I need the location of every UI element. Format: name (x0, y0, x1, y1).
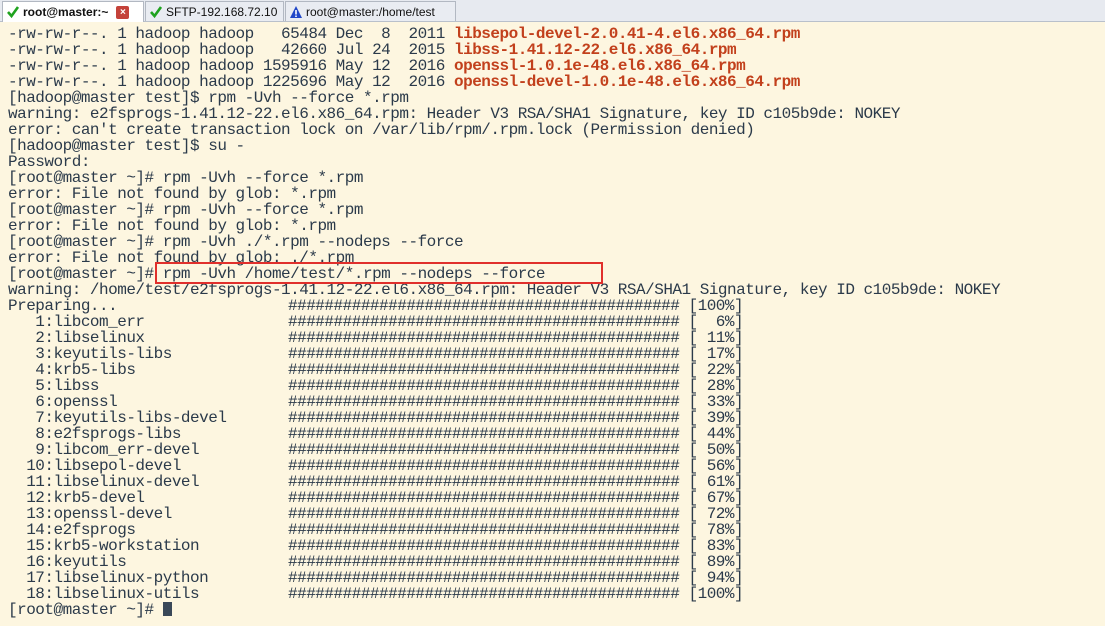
tab-root-master-test[interactable]: root@master:/home/test (285, 1, 456, 21)
progress-line: 9:libcom_err-devel ######################… (8, 442, 1105, 458)
output-line: [root@master ~]# rpm -Uvh --force *.rpm (8, 169, 363, 187)
progress-bar: ########################################… (288, 585, 680, 603)
package-label: 2:libselinux (8, 329, 145, 347)
output-line: error: File not found by glob: *.rpm (8, 217, 336, 235)
listing-line: -rw-rw-r--. 1 hadoop hadoop 42660 Jul 24… (8, 41, 737, 59)
progress-line: 2:libselinux ############################… (8, 330, 1105, 346)
progress-percent: [100%] (688, 585, 744, 603)
progress-line: 6:openssl ###############################… (8, 394, 1105, 410)
output-line: Password: (8, 153, 90, 171)
progress-line: 18:libselinux-utils #####################… (8, 586, 1105, 602)
progress-line: 1:libcom_err ############################… (8, 314, 1105, 330)
package-label: 11:libselinux-devel (8, 473, 200, 491)
package-label: 13:openssl-devel (8, 505, 172, 523)
tab-label: root@master:/home/test (306, 4, 435, 19)
text-cursor (162, 602, 172, 616)
progress-line: 4:krb5-libs #############################… (8, 362, 1105, 378)
warning-triangle-icon (290, 5, 302, 18)
package-label: 15:krb5-workstation (8, 537, 200, 555)
package-label: 4:krb5-libs (8, 361, 136, 379)
tab-root-master-home[interactable]: root@master:~ × (2, 1, 144, 22)
progress-line: 3:keyutils-libs #########################… (8, 346, 1105, 362)
tab-sftp[interactable]: SFTP-192.168.72.10 (145, 1, 284, 21)
rpm-filename: openssl-devel-1.0.1e-48.el6.x86_64.rpm (453, 73, 800, 91)
tab-label: root@master:~ (23, 5, 109, 19)
highlight-box (155, 262, 603, 284)
package-label: 12:krb5-devel (8, 489, 145, 507)
listing-line: -rw-rw-r--. 1 hadoop hadoop 1595916 May … (8, 57, 746, 75)
progress-list: Preparing... ############################… (8, 298, 1105, 602)
package-label: 18:libselinux-utils (8, 585, 200, 603)
output-line: warning: /home/test/e2fsprogs-1.41.12-22… (8, 281, 1001, 299)
output-line: [root@master ~]# rpm -Uvh --force *.rpm (8, 201, 363, 219)
progress-line: 10:libsepol-devel #######################… (8, 458, 1105, 474)
terminal-output[interactable]: -rw-rw-r--. 1 hadoop hadoop 65484 Dec 8 … (0, 22, 1105, 626)
progress-line: 7:keyutils-libs-devel ###################… (8, 410, 1105, 426)
progress-line: 8:e2fsprogs-libs ########################… (8, 426, 1105, 442)
close-icon[interactable]: × (116, 5, 130, 19)
package-label: 1:libcom_err (8, 313, 145, 331)
package-label: Preparing... (8, 297, 118, 315)
green-check-icon (7, 6, 20, 19)
green-check-icon (150, 5, 163, 18)
tab-label: SFTP-192.168.72.10 (166, 4, 278, 19)
output-line: error: File not found by glob: *.rpm (8, 185, 336, 203)
package-label: 5:libss (8, 377, 100, 395)
package-label: 9:libcom_err-devel (8, 441, 200, 459)
progress-line: 12:krb5-devel ###########################… (8, 490, 1105, 506)
shell-prompt[interactable]: [root@master ~]# (8, 602, 1105, 618)
listing-line: -rw-rw-r--. 1 hadoop hadoop 65484 Dec 8 … (8, 25, 800, 43)
tab-bar: root@master:~ × SFTP-192.168.72.10 root@… (0, 0, 1105, 22)
package-label: 6:openssl (8, 393, 118, 411)
progress-line: 5:libss #################################… (8, 378, 1105, 394)
output-line: [hadoop@master test]$ rpm -Uvh --force *… (8, 89, 409, 107)
package-label: 8:e2fsprogs-libs (8, 425, 181, 443)
progress-line: 13:openssl-devel ########################… (8, 506, 1105, 522)
progress-line: 16:keyutils #############################… (8, 554, 1105, 570)
package-label: 7:keyutils-libs-devel (8, 409, 227, 427)
output-line: error: can't create transaction lock on … (8, 121, 755, 139)
progress-line: Preparing... ############################… (8, 298, 1105, 314)
progress-line: 11:libselinux-devel #####################… (8, 474, 1105, 490)
package-label: 10:libsepol-devel (8, 457, 181, 475)
progress-line: 15:krb5-workstation #####################… (8, 538, 1105, 554)
output-line: warning: e2fsprogs-1.41.12-22.el6.x86_64… (8, 105, 900, 123)
progress-line: 14:e2fsprogs ############################… (8, 522, 1105, 538)
package-label: 3:keyutils-libs (8, 345, 172, 363)
package-label: 16:keyutils (8, 553, 127, 571)
package-label: 14:e2fsprogs (8, 521, 136, 539)
progress-line: 17:libselinux-python ####################… (8, 570, 1105, 586)
listing-line: -rw-rw-r--. 1 hadoop hadoop 1225696 May … (8, 73, 800, 91)
output-line: [hadoop@master test]$ su - (8, 137, 245, 155)
output-line: [root@master ~]# rpm -Uvh ./*.rpm --node… (8, 233, 464, 251)
package-label: 17:libselinux-python (8, 569, 209, 587)
